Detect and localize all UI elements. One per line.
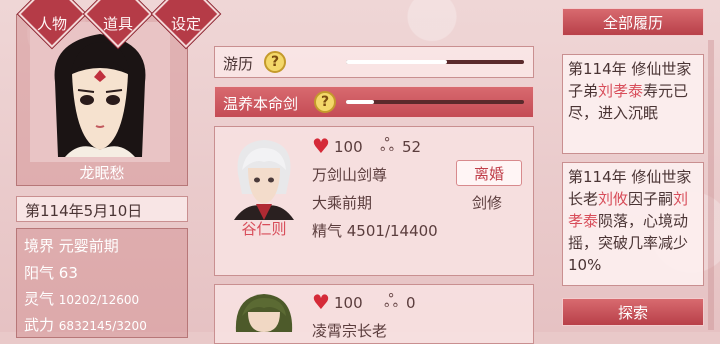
companion-portrait [226, 134, 302, 220]
companion-portrait [226, 290, 302, 332]
game-date: 第114年5月10日 [25, 202, 143, 220]
date-bar: 第114年5月10日 [16, 196, 188, 222]
activity-label: 游历 [223, 55, 254, 73]
scrollbar[interactable] [708, 40, 714, 330]
activity-label: 温养本命剑 [223, 95, 299, 113]
explore-button[interactable]: 探索 [562, 298, 704, 326]
heart-icon: ♥ [312, 134, 330, 158]
stat-yang: 阳气 63 [24, 264, 78, 282]
help-icon[interactable]: ? [264, 51, 286, 73]
travel-progress-fill [346, 60, 447, 64]
history-entry-text: 第114年 修仙世家长老刘攸因子嗣刘孝泰陨落，心境动摇，突破几率减少10% [568, 168, 692, 274]
companion-realm: 大乘前期 [312, 194, 373, 212]
companion-path: 剑修 [472, 194, 503, 212]
companion-essence: 精气 4501/14400 [312, 222, 438, 240]
companion-hp: 100 [334, 138, 363, 156]
companion-sect: 万剑山剑尊 [312, 166, 388, 184]
stat-spirit: 灵气 10202/12600 [24, 290, 140, 308]
history-title-bar[interactable]: 全部履历 [562, 8, 704, 36]
divorce-button[interactable]: 离婚 [456, 160, 522, 186]
companion-bond: 52 [402, 138, 422, 156]
bond-icon: ஃ [380, 135, 395, 156]
companion-name: 谷仁则 [241, 220, 287, 238]
nurture-progress-fill [346, 100, 374, 104]
companion-hp: 100 [334, 294, 363, 312]
history-entry-text: 第114年 修仙世家子弟刘孝泰寿元已尽，进入沉眠 [568, 60, 692, 122]
heart-icon: ♥ [312, 290, 330, 314]
stat-realm: 境界 元婴前期 [24, 237, 119, 255]
companion-sect: 凌霄宗长老 [312, 322, 388, 340]
companion-bond: 0 [406, 294, 416, 312]
help-icon[interactable]: ? [314, 91, 336, 113]
player-name: 龙眠愁 [79, 163, 125, 182]
bond-icon: ஃ [384, 291, 399, 312]
